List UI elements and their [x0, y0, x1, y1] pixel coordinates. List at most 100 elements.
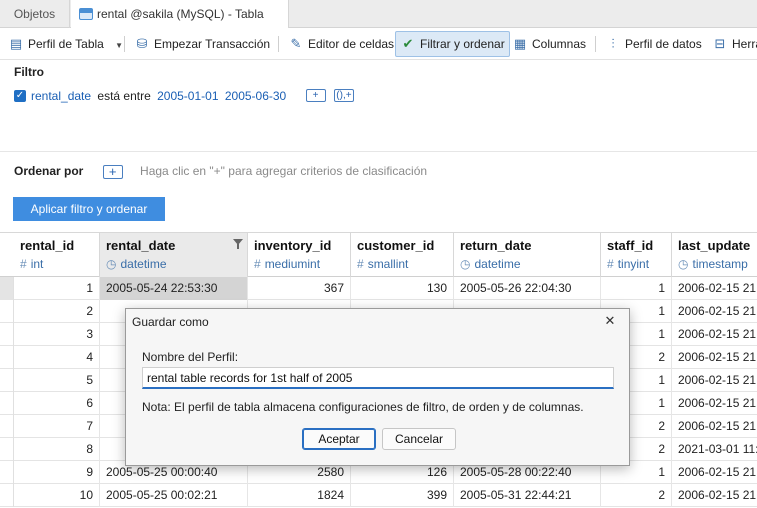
row-gutter[interactable] — [0, 277, 14, 300]
filter-field[interactable]: rental_date — [31, 89, 91, 103]
cell-editor-label: Editor de celdas — [308, 37, 395, 51]
cell-editor-button[interactable]: ✎ Editor de celdas — [284, 31, 398, 57]
column-header-last-update[interactable]: last_update ◷ timestamp — [672, 233, 757, 277]
filter-to-value[interactable]: 2005-06-30 — [225, 89, 286, 103]
number-type-icon: # — [357, 257, 364, 271]
add-filter-group-button[interactable]: (),+ — [333, 89, 354, 103]
tab-objects[interactable]: Objetos — [0, 0, 70, 28]
table-cell[interactable]: 8 — [14, 438, 100, 461]
table-cell[interactable]: 2006-02-15 21:30:53 — [672, 277, 757, 300]
table-cell[interactable]: 2006-02-15 21:30:53 — [672, 300, 757, 323]
table-cell[interactable]: 2005-05-31 22:44:21 — [454, 484, 601, 507]
grid-header: rental_id # int rental_date ◷ datetime inv… — [0, 233, 757, 277]
column-header-staff-id[interactable]: staff_id # tinyint — [601, 233, 672, 277]
table-profile-button[interactable]: ▤ Perfil de Tabla ▼ — [4, 31, 127, 57]
column-type: timestamp — [692, 257, 748, 271]
apply-filter-sort-button[interactable]: Aplicar filtro y ordenar — [13, 197, 165, 221]
table-cell[interactable]: 2 — [14, 300, 100, 323]
clock-icon: ◷ — [106, 257, 117, 271]
data-profile-icon: ⫶ — [611, 36, 615, 51]
row-gutter[interactable] — [0, 484, 14, 507]
table-cell[interactable]: 367 — [248, 277, 351, 300]
column-header-rental-id[interactable]: rental_id # int — [14, 233, 100, 277]
filter-heading: Filtro — [14, 65, 44, 79]
column-name: staff_id — [607, 238, 654, 253]
tools-button[interactable]: ⊟ Herra — [708, 31, 757, 57]
profile-icon: ▤ — [9, 36, 23, 51]
column-header-inventory-id[interactable]: inventory_id # mediumint — [248, 233, 351, 277]
column-header-rental-date[interactable]: rental_date ◷ datetime — [100, 233, 248, 277]
transaction-icon: ⛁ — [136, 36, 148, 51]
table-icon — [79, 7, 93, 20]
filter-from-value[interactable]: 2005-01-01 — [157, 89, 218, 103]
row-gutter[interactable] — [0, 323, 14, 346]
row-gutter[interactable] — [0, 415, 14, 438]
row-gutter[interactable] — [0, 461, 14, 484]
column-header-customer-id[interactable]: customer_id # smallint — [351, 233, 454, 277]
table-row[interactable]: 10 2005-05-25 00:02:21 1824 399 2005-05-31 2… — [0, 484, 757, 507]
filter-sort-button[interactable]: ✔ Filtrar y ordenar — [395, 31, 510, 57]
number-type-icon: # — [20, 257, 27, 271]
column-name: return_date — [460, 238, 532, 253]
table-cell[interactable]: 2005-05-26 22:04:30 — [454, 277, 601, 300]
table-cell[interactable]: 10 — [14, 484, 100, 507]
begin-transaction-button[interactable]: ⛁ Empezar Transacción — [130, 31, 274, 57]
table-cell[interactable]: 2005-05-24 22:53:30 — [100, 277, 248, 300]
tab-rental-label: rental @sakila (MySQL) - Tabla — [97, 7, 264, 21]
filter-operator[interactable]: está entre — [97, 89, 150, 103]
table-cell[interactable]: 1 — [601, 277, 672, 300]
table-cell[interactable]: 1 — [14, 277, 100, 300]
table-cell[interactable]: 6 — [14, 392, 100, 415]
table-cell[interactable]: 7 — [14, 415, 100, 438]
tab-bar: Objetos rental @sakila (MySQL) - Tabla — [0, 0, 757, 28]
toolbar-separator — [124, 36, 125, 52]
close-icon[interactable]: ✕ — [599, 310, 621, 332]
filter-criterion: ✓ rental_date está entre 2005-01-01 2005-… — [14, 88, 354, 104]
funnel-icon — [233, 239, 243, 249]
column-type: tinyint — [617, 257, 650, 271]
accept-button[interactable]: Aceptar — [302, 428, 376, 450]
table-cell[interactable]: 2006-02-15 21:30:53 — [672, 369, 757, 392]
profile-name-input[interactable] — [142, 367, 614, 389]
column-header-return-date[interactable]: return_date ◷ datetime — [454, 233, 601, 277]
data-profile-label: Perfil de datos — [625, 37, 702, 51]
table-cell[interactable]: 1824 — [248, 484, 351, 507]
table-cell[interactable]: 399 — [351, 484, 454, 507]
filter-enabled-checkbox[interactable]: ✓ — [14, 89, 26, 102]
column-type: mediumint — [264, 257, 321, 271]
row-gutter[interactable] — [0, 300, 14, 323]
table-cell[interactable]: 2006-02-15 21:30:53 — [672, 461, 757, 484]
cancel-button[interactable]: Cancelar — [382, 428, 456, 450]
row-gutter[interactable] — [0, 369, 14, 392]
table-cell[interactable]: 2021-03-01 11:30:53 — [672, 438, 757, 461]
table-cell[interactable]: 130 — [351, 277, 454, 300]
row-gutter[interactable] — [0, 392, 14, 415]
table-cell[interactable]: 3 — [14, 323, 100, 346]
table-cell[interactable]: 2006-02-15 21:30:53 — [672, 484, 757, 507]
chevron-down-icon: ▼ — [115, 41, 124, 50]
clock-icon: ◷ — [460, 257, 471, 271]
table-cell[interactable]: 4 — [14, 346, 100, 369]
table-cell[interactable]: 2006-02-15 21:30:53 — [672, 323, 757, 346]
add-filter-button[interactable]: + — [305, 89, 326, 103]
columns-button[interactable]: ▦ Columnas — [508, 31, 590, 57]
toolbar: ▤ Perfil de Tabla ▼ ⛁ Empezar Transacción … — [0, 28, 757, 60]
add-sort-button[interactable]: + — [102, 164, 123, 179]
table-cell[interactable]: 2006-02-15 21:30:53 — [672, 392, 757, 415]
table-cell[interactable]: 2 — [601, 484, 672, 507]
data-profile-button[interactable]: ⫶ Perfil de datos — [601, 31, 706, 57]
column-type: int — [30, 257, 44, 271]
table-cell[interactable]: 2006-02-15 21:30:53 — [672, 346, 757, 369]
table-row[interactable]: 1 2005-05-24 22:53:30 367 130 2005-05-26 22:… — [0, 277, 757, 300]
row-gutter[interactable] — [0, 346, 14, 369]
toolbar-separator — [278, 36, 279, 52]
row-gutter[interactable] — [0, 438, 14, 461]
table-cell[interactable]: 9 — [14, 461, 100, 484]
dialog-title: Guardar como — [132, 315, 209, 329]
tab-rental-table[interactable]: rental @sakila (MySQL) - Tabla — [71, 0, 289, 28]
table-cell[interactable]: 2006-02-15 21:30:53 — [672, 415, 757, 438]
sort-heading: Ordenar por — [14, 164, 84, 178]
table-cell[interactable]: 2005-05-25 00:02:21 — [100, 484, 248, 507]
table-cell[interactable]: 5 — [14, 369, 100, 392]
profile-name-label: Nombre del Perfil: — [142, 350, 239, 364]
